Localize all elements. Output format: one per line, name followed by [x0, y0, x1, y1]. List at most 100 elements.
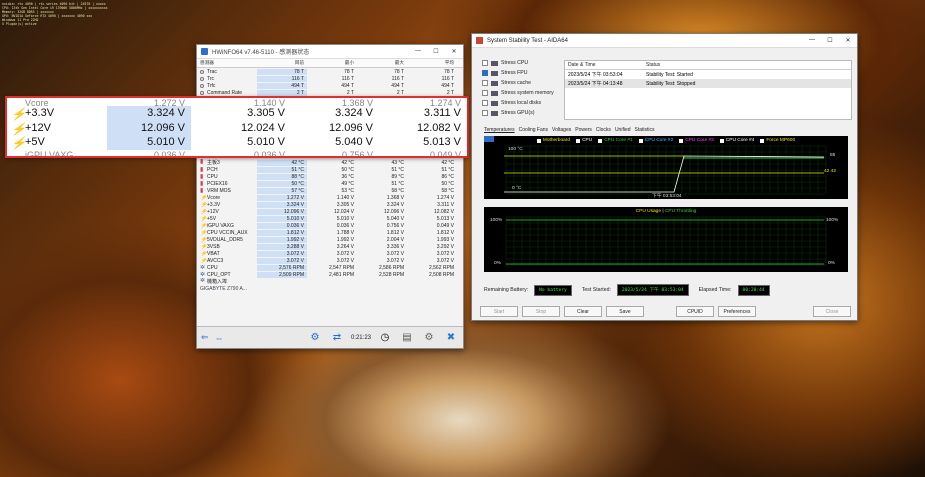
- minimize-button[interactable]: —: [409, 48, 427, 55]
- table-row[interactable]: ▮ 主板3 42 °C 42 °C 43 °C 42 °C: [197, 159, 463, 166]
- settings-sync-icon[interactable]: ⇄: [329, 330, 345, 346]
- hwinfo-titlebar[interactable]: HWiNFO64 v7.46-5110 - 感测器状态 — ☐ ✕: [197, 45, 463, 59]
- table-row[interactable]: ✲ 機箱入埠: [197, 278, 463, 285]
- table-row[interactable]: ⚡ AVCC3 3.072 V 3.072 V 3.072 V 3.072 V: [197, 257, 463, 264]
- maximize-button[interactable]: ☐: [427, 48, 445, 55]
- close-button[interactable]: ✕: [445, 48, 463, 55]
- table-row[interactable]: ▮ CPU 88 °C 36 °C 89 °C 86 °C: [197, 173, 463, 180]
- stress-option[interactable]: Stress CPU: [482, 58, 554, 68]
- table-row[interactable]: ⚡ iGPU VAXG 0.036 V 0.036 V 0.756 V 0.049 V: [197, 222, 463, 229]
- start-button[interactable]: Start: [480, 306, 518, 317]
- sensor-avg: 0.049 V: [436, 222, 454, 229]
- table-row[interactable]: ⚡ +5V 5.010 V 5.010 V 5.040 V 5.013 V: [197, 215, 463, 222]
- sensor-min: 2,547 RPM: [328, 264, 354, 271]
- table-row[interactable]: Trfc 494 T 494 T 494 T 494 T: [197, 82, 463, 89]
- stress-option[interactable]: Stress GPU(s): [482, 108, 554, 118]
- table-row[interactable]: Command Rate 2 T2 T2 T2 T: [197, 89, 463, 96]
- hwinfo-column-header[interactable]: 感测器 目前 最小 最大 平均: [197, 59, 463, 68]
- table-row[interactable]: ✲ CPU 2,576 RPM 2,547 RPM 2,586 RPM 2,562 RPM: [197, 264, 463, 271]
- g2-bottom-left: 0%: [494, 261, 501, 266]
- table-row[interactable]: ⚡ +12V 12.096 V 12.024 V 12.096 V 12.082 V: [197, 208, 463, 215]
- tab-unified[interactable]: Unified: [615, 127, 631, 133]
- aida-app-icon: [476, 37, 483, 44]
- checkbox[interactable]: [482, 110, 488, 116]
- table-row[interactable]: ▮ VRM MOS 57 °C 53 °C 58 °C 58 °C: [197, 187, 463, 194]
- sensor-min: 2,481 RPM: [328, 271, 354, 278]
- network-icon[interactable]: ⚙: [307, 330, 323, 346]
- stop-button[interactable]: Stop: [522, 306, 560, 317]
- table-row[interactable]: ⚡ CPU VCCIN_AUX 1.812 V 1.788 V 1.812 V 1.812…: [197, 229, 463, 236]
- table-row[interactable]: 2023/5/24 下午 04:13:48 Stability Test: St…: [565, 79, 851, 88]
- checkbox[interactable]: [482, 60, 488, 66]
- clock-icon[interactable]: ◷: [377, 330, 393, 346]
- tab-clocks[interactable]: Clocks: [596, 127, 611, 133]
- sensor-name: ▮ VRM MOS: [200, 187, 231, 194]
- clear-button[interactable]: Clear: [564, 306, 602, 317]
- nav-expand-icon[interactable]: ⇔: [215, 333, 224, 343]
- save-button[interactable]: Save: [606, 306, 644, 317]
- stress-option[interactable]: Stress local disks: [482, 98, 554, 108]
- report-icon[interactable]: ▤: [399, 330, 415, 346]
- status-table[interactable]: Date & Time Status 2023/5/24 下午 03:53:04…: [564, 60, 852, 120]
- table-row[interactable]: ⚡ +3.3V 3.324 V 3.305 V 3.324 V 3.311 V: [197, 201, 463, 208]
- col-min[interactable]: 最小: [307, 60, 357, 66]
- table-row[interactable]: ⚡ Vcore 1.272 V 1.140 V 1.368 V 1.274 V: [197, 194, 463, 201]
- table-row[interactable]: ⚡ 3VSB 3.288 V 3.264 V 3.336 V 3.292 V: [197, 243, 463, 250]
- cpuid-button[interactable]: CPUID: [676, 306, 714, 317]
- sensor-max: 1.368 V: [386, 194, 404, 201]
- tab-statistics[interactable]: Statistics: [635, 127, 655, 133]
- nav-left-icon[interactable]: ⇐: [201, 332, 209, 343]
- table-row[interactable]: ⚡ VBAT 3.072 V 3.072 V 3.072 V 3.072 V: [197, 250, 463, 257]
- sensor-name: ⚡ +5V: [200, 215, 217, 222]
- sensor-group-header[interactable]: GIGABYTE Z790 A...: [197, 285, 463, 292]
- zoom-max: 3.324 V: [335, 107, 373, 120]
- tab-cooling-fans[interactable]: Cooling Fans: [519, 127, 548, 133]
- zoom-rows: ⚡ +3.3V 3.324 V 3.305 V 3.324 V 3.311 V ⚡ +12V 1…: [7, 106, 467, 150]
- stress-option[interactable]: Stress FPU: [482, 68, 554, 78]
- stress-options[interactable]: Stress CPU Stress FPU Stress cache Stress s…: [482, 58, 554, 118]
- tab-temperatures[interactable]: Temperatures: [484, 127, 515, 133]
- tab-voltages[interactable]: Voltages: [552, 127, 571, 133]
- table-row[interactable]: Trac 78 T 78 T 78 T 78 T: [197, 68, 463, 75]
- tab-powers[interactable]: Powers: [575, 127, 592, 133]
- table-row[interactable]: ⚡ 5VDUAL_DDR5 1.992 V 1.992 V 2.004 V 1.993 V: [197, 236, 463, 243]
- preferences-button[interactable]: Preferences: [718, 306, 756, 317]
- sensor-min: 3.264 V: [336, 243, 354, 250]
- table-row[interactable]: ▮ PCIEX16 50 °C 49 °C 51 °C 50 °C: [197, 180, 463, 187]
- sensor-name: ⚡ +12V: [200, 208, 219, 215]
- sensor-current: 12.096 V: [257, 208, 307, 215]
- sensor-name: ✲ CPU_OPT: [200, 271, 231, 278]
- col-sensor[interactable]: 感测器: [197, 60, 257, 66]
- col-current[interactable]: 目前: [257, 60, 307, 66]
- sensor-current: 2 T: [257, 89, 307, 96]
- device-icon: [491, 100, 498, 106]
- elapsed-time-value: 00:20:44: [737, 284, 770, 296]
- checkbox[interactable]: [482, 90, 488, 96]
- stress-option[interactable]: Stress cache: [482, 78, 554, 88]
- table-row[interactable]: Trc 116 T 116 T 116 T 116 T: [197, 75, 463, 82]
- sensor-current: 3.072 V: [257, 257, 307, 264]
- aida-titlebar[interactable]: System Stability Test - AIDA64 — ☐ ✕: [472, 34, 857, 48]
- close-button[interactable]: ✕: [839, 37, 857, 44]
- aida64-window[interactable]: System Stability Test - AIDA64 — ☐ ✕ Str…: [471, 33, 858, 321]
- close-sensors-icon[interactable]: ✖: [443, 330, 459, 346]
- minimize-button[interactable]: —: [803, 37, 821, 44]
- hwinfo-window[interactable]: HWiNFO64 v7.46-5110 - 感测器状态 — ☐ ✕ 感测器 目前…: [196, 44, 464, 349]
- settings-icon[interactable]: ⚙: [421, 330, 437, 346]
- table-row[interactable]: ✲ CPU_OPT 2,509 RPM 2,481 RPM 2,528 RPM 2,508…: [197, 271, 463, 278]
- table-row[interactable]: ▮ PCH 51 °C 50 °C 51 °C 51 °C: [197, 166, 463, 173]
- device-icon: [491, 60, 498, 66]
- graph-tabs[interactable]: Temperatures Cooling Fans Voltages Powers Cl…: [484, 127, 655, 133]
- table-row[interactable]: 2023/5/24 下午 03:53:04 Stability Test: St…: [565, 70, 851, 79]
- osd-line: 5 Plugin(s) active: [2, 22, 37, 26]
- maximize-button[interactable]: ☐: [821, 37, 839, 44]
- close-button[interactable]: Close: [813, 306, 851, 317]
- sensor-min: 12.024 V: [333, 208, 354, 215]
- stress-option[interactable]: Stress system memory: [482, 88, 554, 98]
- sensor-min: 49 °C: [341, 180, 354, 187]
- checkbox[interactable]: [482, 70, 488, 76]
- checkbox[interactable]: [482, 80, 488, 86]
- col-avg[interactable]: 平均: [407, 60, 457, 66]
- col-max[interactable]: 最大: [357, 60, 407, 66]
- checkbox[interactable]: [482, 100, 488, 106]
